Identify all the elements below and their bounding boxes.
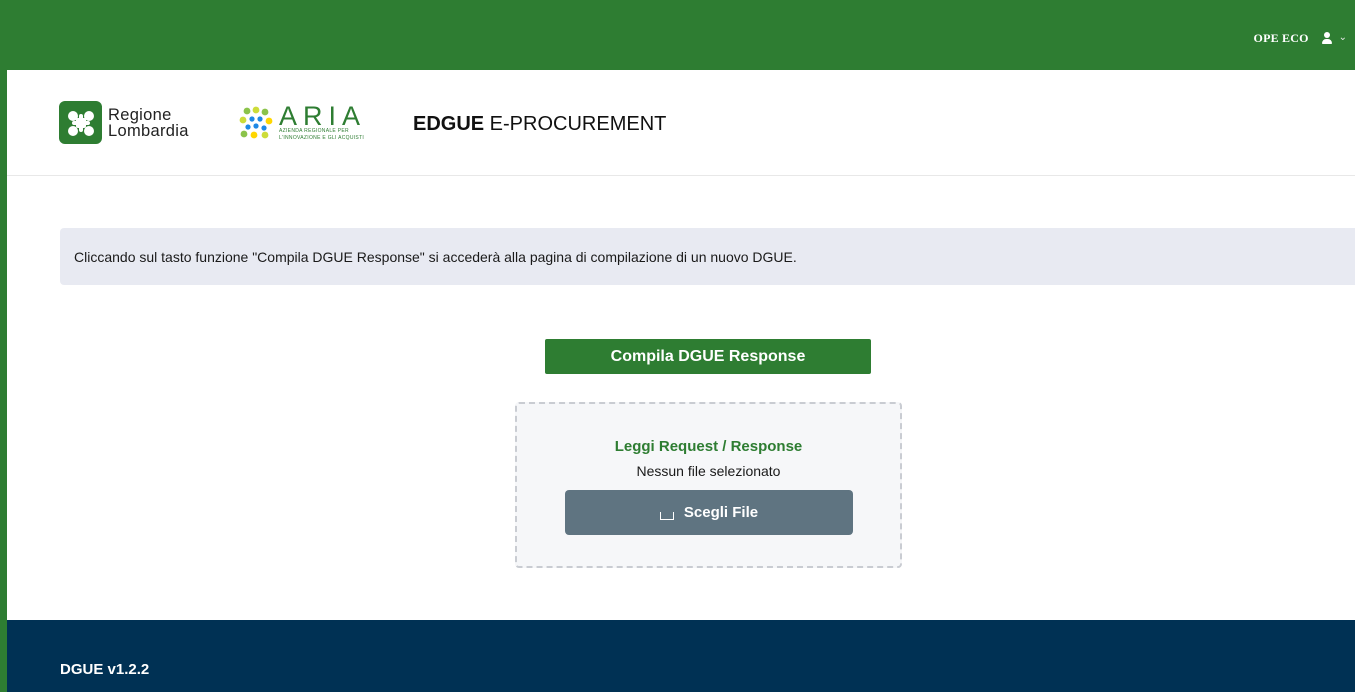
aria-dots-icon [239,106,273,138]
aria-wordmark: ARIA [279,101,367,131]
info-box: Cliccando sul tasto funzione "Compila DG… [60,228,1355,285]
lombardia-line: Lombardia [108,121,189,140]
choose-file-button[interactable]: Scegli File [565,490,853,535]
app-title-bold: EDGUE [413,113,485,135]
header: Regione Lombardia ARIA AZIENDA REGIONALE… [7,70,1355,176]
app-title: EDGUE E-PROCUREMENT [413,113,666,136]
upload-icon [659,511,674,520]
footer: DGUE v1.2.2 [7,620,1355,692]
user-icon [1321,32,1333,44]
version-label: DGUE v1.2.2 [60,661,150,678]
top-bar: OPE ECO ⌄ [7,0,1355,70]
upload-title: Leggi Request / Response [614,438,803,455]
user-menu[interactable]: OPE ECO ⌄ [1254,29,1347,47]
user-name: OPE ECO [1253,30,1309,45]
regione-lombardia-mark-icon [59,101,102,144]
info-text: Cliccando sul tasto funzione "Compila DG… [74,248,797,265]
aria-text: ARIA AZIENDA REGIONALE PER L'INNOVAZIONE… [279,101,367,141]
app-title-rest: E-PROCUREMENT [484,113,667,135]
choose-file-label: Scegli File [683,504,759,521]
aria-logo[interactable]: ARIA AZIENDA REGIONALE PER L'INNOVAZIONE… [239,101,367,141]
upload-status: Nessun file selezionato [636,463,781,479]
regione-lombardia-logo[interactable]: Regione Lombardia [59,101,189,144]
regione-lombardia-text: Regione Lombardia [108,105,189,140]
upload-panel[interactable]: Leggi Request / Response Nessun file sel… [515,402,902,568]
regione-line: Regione [108,105,172,124]
aria-subtitle-2: L'INNOVAZIONE E GLI ACQUISTI [279,134,365,141]
aria-subtitle-1: AZIENDA REGIONALE PER [279,128,349,134]
compile-dgue-response-button[interactable]: Compila DGUE Response [545,339,871,374]
chevron-down-icon: ⌄ [1338,32,1347,43]
